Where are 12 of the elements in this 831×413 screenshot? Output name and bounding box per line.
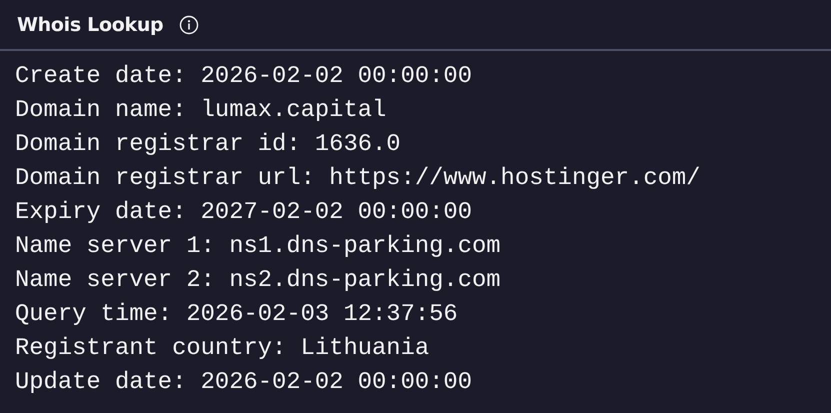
whois-record-line: Domain name: lumax.capital [15, 96, 388, 126]
panel-title: Whois Lookup [17, 14, 164, 36]
whois-record-line: Domain registrar url: https://www.hostinger.com/ [15, 164, 702, 194]
whois-record-line: Registrant country: Lithuania [15, 334, 430, 364]
whois-record-line: Domain registrar id: 1636.0 [15, 130, 402, 160]
whois-record-line: Create date: 2026-02-02 00:00:00 [15, 62, 473, 92]
info-icon[interactable] [179, 14, 200, 34]
whois-record-line: Update date: 2026-02-02 00:00:00 [15, 368, 473, 398]
whois-record-line: Name server 1: ns1.dns-parking.com [15, 232, 502, 262]
whois-record-line: Query time: 2026-02-03 12:37:56 [15, 300, 459, 330]
whois-record-line: Expiry date: 2027-02-02 00:00:00 [15, 198, 473, 228]
whois-record-line: Name server 2: ns2.dns-parking.com [15, 266, 502, 296]
